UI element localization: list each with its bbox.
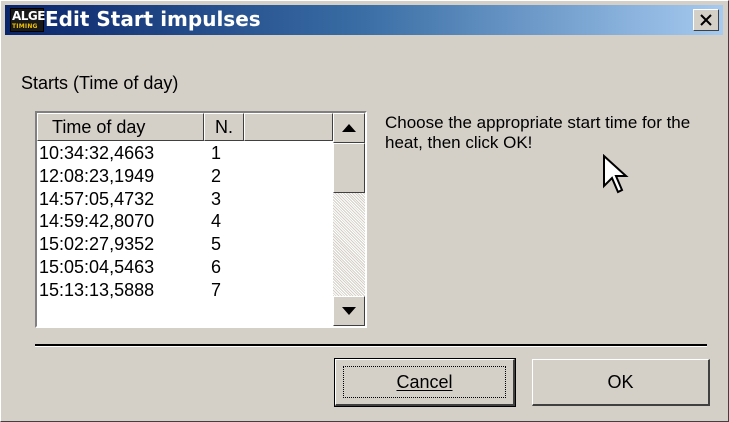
number-cell: 4 xyxy=(211,211,222,232)
window-title: Edit Start impulses xyxy=(45,7,261,31)
close-icon xyxy=(700,14,712,26)
time-of-day-cell: 14:59:42,8070 xyxy=(39,211,155,232)
time-of-day-cell: 10:34:32,4663 xyxy=(39,143,155,163)
ok-button[interactable]: OK xyxy=(532,359,710,406)
cancel-button[interactable]: Cancel xyxy=(334,358,516,407)
time-of-day-cell: 15:13:13,5888 xyxy=(39,279,155,300)
list-item[interactable]: 10:34:32,4663 1 xyxy=(37,142,333,165)
divider xyxy=(35,344,707,347)
starts-group-label: Starts (Time of day) xyxy=(21,73,179,93)
start-times-list[interactable]: Time of day N. 10:34:32,4663 1 12:08:23,19… xyxy=(35,111,367,328)
number-cell: 1 xyxy=(211,143,222,163)
scroll-down-button[interactable] xyxy=(333,296,365,326)
list-item[interactable]: 15:05:04,5463 6 xyxy=(37,256,333,279)
alge-timing-logo: ALGE TIMING xyxy=(10,8,45,32)
instructions-text: Choose the appropriate start time for th… xyxy=(385,113,691,152)
list-item[interactable]: 14:57:05,4732 3 xyxy=(37,188,333,211)
scroll-thumb[interactable] xyxy=(333,143,365,193)
list-item[interactable]: 15:13:13,5888 7 xyxy=(37,279,333,302)
vertical-scrollbar[interactable] xyxy=(333,113,365,326)
logo-text-bottom: TIMING xyxy=(12,23,38,30)
close-button[interactable] xyxy=(693,9,719,31)
number-cell: 5 xyxy=(211,234,222,255)
time-of-day-cell: 14:57:05,4732 xyxy=(39,188,155,209)
arrow-down-icon xyxy=(342,307,356,315)
scroll-up-button[interactable] xyxy=(333,113,365,143)
arrow-up-icon xyxy=(342,124,356,132)
edit-start-impulses-dialog: ALGE TIMING Edit Start impulses Starts (… xyxy=(0,0,729,422)
number-cell: 2 xyxy=(211,165,222,186)
time-of-day-cell: 12:08:23,1949 xyxy=(39,165,155,186)
ok-button-label: OK xyxy=(607,371,634,392)
column-header-number[interactable]: N. xyxy=(204,113,244,141)
time-of-day-cell: 15:05:04,5463 xyxy=(39,256,155,277)
list-item[interactable]: 14:59:42,8070 4 xyxy=(37,210,333,233)
logo-text-top: ALGE xyxy=(12,9,45,23)
list-rows: 10:34:32,4663 1 12:08:23,1949 2 14:57:05,473… xyxy=(37,142,333,302)
list-item[interactable]: 12:08:23,1949 2 xyxy=(37,165,333,188)
list-item[interactable]: 15:02:27,9352 5 xyxy=(37,233,333,256)
mouse-pointer-icon xyxy=(603,154,629,194)
number-cell: 3 xyxy=(211,188,222,209)
focus-rectangle xyxy=(343,366,506,398)
list-header: Time of day N. xyxy=(37,113,333,141)
time-of-day-cell: 15:02:27,9352 xyxy=(39,234,155,255)
column-header-time-of-day[interactable]: Time of day xyxy=(37,113,204,141)
number-cell: 7 xyxy=(211,279,222,300)
title-bar[interactable]: ALGE TIMING Edit Start impulses xyxy=(5,5,723,35)
number-cell: 6 xyxy=(211,256,222,277)
column-header-empty[interactable] xyxy=(244,113,333,141)
